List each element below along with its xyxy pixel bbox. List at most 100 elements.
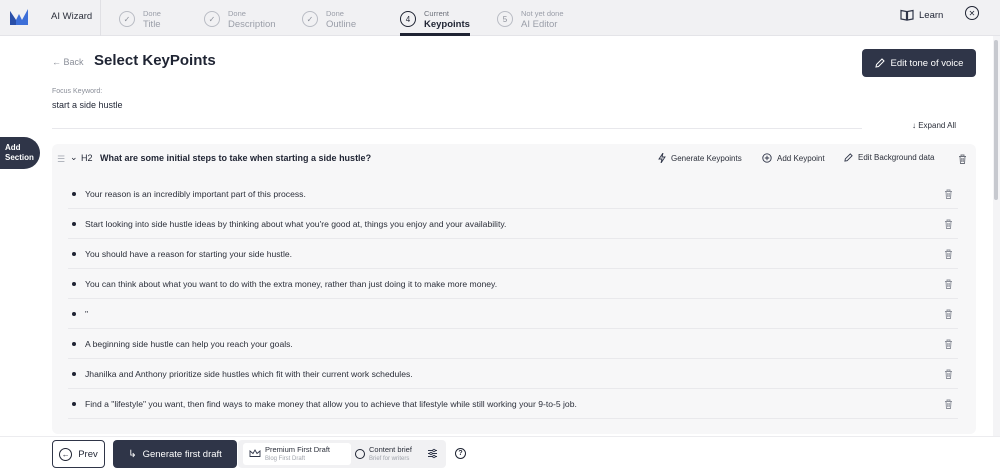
trash-icon[interactable] xyxy=(958,154,967,164)
plus-circle-icon xyxy=(762,153,772,163)
keypoint-text[interactable]: Your reason is an incredibly important p… xyxy=(85,189,306,199)
step-name: Keypoints xyxy=(424,19,470,30)
trash-icon[interactable] xyxy=(944,309,953,319)
keypoint-text[interactable]: Jhanilka and Anthony prioritize side hus… xyxy=(85,369,413,379)
check-icon: ✓ xyxy=(302,11,318,27)
keypoint-text[interactable]: You can think about what you want to do … xyxy=(85,279,497,289)
option-subtitle: Brief for writers xyxy=(369,456,410,462)
page-title: Select KeyPoints xyxy=(94,52,216,69)
keypoint-row[interactable]: Find a "lifestyle" you want, then find w… xyxy=(68,389,958,419)
trash-icon[interactable] xyxy=(944,219,953,229)
lightning-icon xyxy=(658,153,666,163)
step-name: AI Editor xyxy=(521,19,558,30)
help-icon[interactable]: ? xyxy=(455,448,466,459)
option-subtitle: Blog First Draft xyxy=(265,456,306,462)
divider xyxy=(52,128,862,129)
keypoint-text[interactable]: " xyxy=(85,309,88,319)
keypoint-row[interactable]: A beginning side hustle can help you rea… xyxy=(68,329,958,359)
edit-tone-button[interactable]: Edit tone of voice xyxy=(862,49,976,77)
option-title[interactable]: Content brief xyxy=(369,445,412,454)
trash-icon[interactable] xyxy=(944,279,953,289)
trash-icon[interactable] xyxy=(944,339,953,349)
step-name: Title xyxy=(143,19,161,30)
back-link[interactable]: ← Back xyxy=(52,57,84,67)
step-name: Description xyxy=(228,19,276,30)
app-logo-icon[interactable] xyxy=(8,6,30,28)
generate-first-draft-label: Generate first draft xyxy=(142,448,222,460)
keypoint-row[interactable]: " xyxy=(68,299,958,329)
step-status: Done xyxy=(326,9,344,18)
step-name: Outline xyxy=(326,19,357,30)
step-status: Not yet done xyxy=(521,9,564,18)
add-section-button[interactable]: Add Section xyxy=(0,137,40,169)
section-heading[interactable]: What are some initial steps to take when… xyxy=(100,153,371,163)
focus-keyword-label: Focus Keyword: xyxy=(52,88,103,95)
step-keypoints[interactable]: 4 Current Keypoints xyxy=(400,4,470,34)
keypoint-text[interactable]: Start looking into side hustle ideas by … xyxy=(85,219,506,229)
book-icon xyxy=(900,9,914,21)
step-title[interactable]: ✓ Done Title xyxy=(119,4,161,34)
settings-sliders-icon[interactable] xyxy=(427,448,438,459)
drag-handle-icon[interactable]: ☰ xyxy=(57,154,65,165)
step-number-icon: 5 xyxy=(497,11,513,27)
step-outline[interactable]: ✓ Done Outline xyxy=(302,4,356,34)
pencil-icon xyxy=(844,153,853,162)
bullet xyxy=(72,312,76,316)
bullet xyxy=(72,282,76,286)
trash-icon[interactable] xyxy=(944,189,953,199)
arrow-return-icon: ↳ xyxy=(128,448,137,460)
chevron-down-icon[interactable]: ⌄ xyxy=(70,152,78,163)
bullet xyxy=(72,222,76,226)
prev-label: Prev xyxy=(78,448,98,460)
keypoint-row[interactable]: You can think about what you want to do … xyxy=(68,269,958,299)
scrollbar-thumb[interactable] xyxy=(994,40,998,200)
generate-first-draft-button[interactable]: ↳ Generate first draft xyxy=(113,440,237,468)
content-brief-radio[interactable] xyxy=(355,449,365,459)
pencil-icon xyxy=(874,58,885,68)
add-keypoint-label: Add Keypoint xyxy=(777,153,825,163)
keypoint-row[interactable]: Your reason is an incredibly important p… xyxy=(68,179,958,209)
premium-first-draft-option[interactable]: Premium First Draft Blog First Draft xyxy=(243,443,351,465)
trash-icon[interactable] xyxy=(944,249,953,259)
generate-keypoints-label: Generate Keypoints xyxy=(671,153,742,163)
current-step-indicator xyxy=(400,33,470,36)
learn-button[interactable]: Learn xyxy=(900,9,943,21)
step-status: Done xyxy=(143,9,161,18)
expand-all-button[interactable]: ↓ Expand All xyxy=(912,121,956,130)
step-description[interactable]: ✓ Done Description xyxy=(204,4,276,34)
step-number-icon: 4 xyxy=(400,11,416,27)
trash-icon[interactable] xyxy=(944,369,953,379)
trash-icon[interactable] xyxy=(944,399,953,409)
step-status: Current xyxy=(424,9,450,18)
focus-keyword: start a side hustle xyxy=(52,100,123,110)
bullet xyxy=(72,342,76,346)
heading-tag: H2 xyxy=(81,153,93,163)
keypoint-row[interactable]: You should have a reason for starting yo… xyxy=(68,239,958,269)
keypoint-row[interactable]: Jhanilka and Anthony prioritize side hus… xyxy=(68,359,958,389)
edit-background-label: Edit Background data xyxy=(858,153,935,162)
divider xyxy=(100,0,101,36)
keypoint-text[interactable]: Find a "lifestyle" you want, then find w… xyxy=(85,399,577,409)
keypoint-text[interactable]: You should have a reason for starting yo… xyxy=(85,249,292,259)
add-keypoint-button[interactable]: Add Keypoint xyxy=(762,153,825,163)
bullet xyxy=(72,372,76,376)
step-status: Done xyxy=(228,9,246,18)
learn-label: Learn xyxy=(919,9,944,21)
app-title: AI Wizard xyxy=(51,11,93,22)
option-title: Premium First Draft xyxy=(265,445,331,454)
edit-background-button[interactable]: Edit Background data xyxy=(844,153,935,162)
check-icon: ✓ xyxy=(119,11,135,27)
edit-tone-label: Edit tone of voice xyxy=(890,57,964,69)
top-bar: AI Wizard ✓ Done Title ✓ Done Description … xyxy=(0,0,1000,36)
section-panel: ☰ ⌄ H2 What are some initial steps to ta… xyxy=(52,144,976,434)
arrow-left-icon: ← xyxy=(59,447,73,461)
close-icon[interactable]: ✕ xyxy=(965,6,979,20)
step-ai-editor[interactable]: 5 Not yet done AI Editor xyxy=(497,4,564,34)
bullet xyxy=(72,402,76,406)
keypoint-text[interactable]: A beginning side hustle can help you rea… xyxy=(85,339,293,349)
prev-button[interactable]: ← Prev xyxy=(52,440,105,468)
keypoint-row[interactable]: Start looking into side hustle ideas by … xyxy=(68,209,958,239)
generate-keypoints-button[interactable]: Generate Keypoints xyxy=(658,153,742,163)
crown-icon xyxy=(249,449,261,457)
section-header: ☰ ⌄ H2 What are some initial steps to ta… xyxy=(52,144,976,172)
